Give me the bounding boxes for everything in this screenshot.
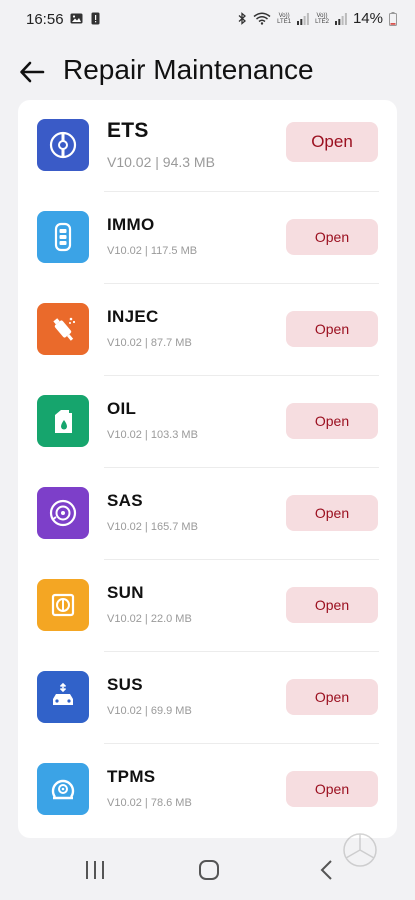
recents-icon[interactable]	[80, 858, 110, 882]
app-name: ETS	[107, 119, 149, 142]
home-icon[interactable]	[194, 858, 224, 882]
app-name: IMMO	[107, 215, 155, 234]
app-row-sas: SAS V10.02 | 165.7 MB Open	[18, 468, 397, 560]
open-button-sas[interactable]: Open	[286, 495, 378, 531]
app-row-sus: SUS V10.02 | 69.9 MB Open	[18, 652, 397, 744]
battery-percentage: 14%	[352, 10, 383, 27]
open-button-tpms[interactable]: Open	[286, 771, 378, 807]
app-name: INJEC	[107, 307, 159, 326]
app-version: V10.02 | 78.6 MB	[107, 797, 192, 809]
nav-back-icon[interactable]	[312, 858, 342, 882]
open-button-sus[interactable]: Open	[286, 679, 378, 715]
app-name: SAS	[107, 491, 143, 510]
open-button-oil[interactable]: Open	[286, 403, 378, 439]
signal-2-icon	[334, 12, 347, 25]
app-version: V10.02 | 117.5 MB	[107, 245, 198, 257]
ets-icon	[37, 119, 89, 171]
tpms-icon	[37, 763, 89, 815]
sim1-indicator: Vo)) LTE1	[277, 12, 292, 25]
app-version: V10.02 | 94.3 MB	[107, 154, 215, 170]
open-button-sun[interactable]: Open	[286, 587, 378, 623]
gallery-notification-icon	[70, 13, 83, 24]
sas-icon	[37, 487, 89, 539]
sus-icon	[37, 671, 89, 723]
app-row-injec: INJEC V10.02 | 87.7 MB Open	[18, 284, 397, 376]
page-title: Repair Maintenance	[63, 54, 314, 85]
sim2-indicator: Vo)) LTE2	[315, 12, 329, 25]
app-row-ets: ETS V10.02 | 94.3 MB Open	[18, 100, 397, 192]
wifi-icon	[253, 12, 271, 25]
app-version: V10.02 | 69.9 MB	[107, 705, 192, 717]
alert-notification-icon	[91, 12, 100, 25]
app-name: TPMS	[107, 767, 156, 786]
app-version: V10.02 | 87.7 MB	[107, 337, 192, 349]
sun-icon	[37, 579, 89, 631]
signal-1-icon	[297, 12, 309, 25]
app-list-card: ETS V10.02 | 94.3 MB Open IMMO V10.02 | …	[18, 100, 397, 838]
app-row-immo: IMMO V10.02 | 117.5 MB Open	[18, 192, 397, 284]
app-name: SUS	[107, 675, 143, 694]
app-version: V10.02 | 103.3 MB	[107, 429, 198, 441]
open-button-injec[interactable]: Open	[286, 311, 378, 347]
arrow-left-icon[interactable]	[18, 58, 46, 86]
oil-icon	[37, 395, 89, 447]
app-version: V10.02 | 22.0 MB	[107, 613, 192, 625]
app-row-oil: OIL V10.02 | 103.3 MB Open	[18, 376, 397, 468]
app-row-tpms: TPMS V10.02 | 78.6 MB Open	[18, 744, 397, 836]
app-name: OIL	[107, 399, 137, 418]
open-button-ets[interactable]: Open	[286, 122, 378, 162]
app-version: V10.02 | 165.7 MB	[107, 521, 198, 533]
app-header: Repair Maintenance	[0, 48, 415, 98]
app-name: SUN	[107, 583, 144, 602]
app-row-sun: SUN V10.02 | 22.0 MB Open	[18, 560, 397, 652]
immo-icon	[37, 211, 89, 263]
system-nav-bar	[0, 840, 415, 900]
bluetooth-icon	[238, 12, 247, 25]
status-time: 16:56	[26, 11, 64, 28]
open-button-immo[interactable]: Open	[286, 219, 378, 255]
injec-icon	[37, 303, 89, 355]
status-bar: 16:56 Vo)) LTE1 Vo)) LTE2 14%	[0, 0, 415, 40]
battery-icon	[389, 11, 397, 26]
